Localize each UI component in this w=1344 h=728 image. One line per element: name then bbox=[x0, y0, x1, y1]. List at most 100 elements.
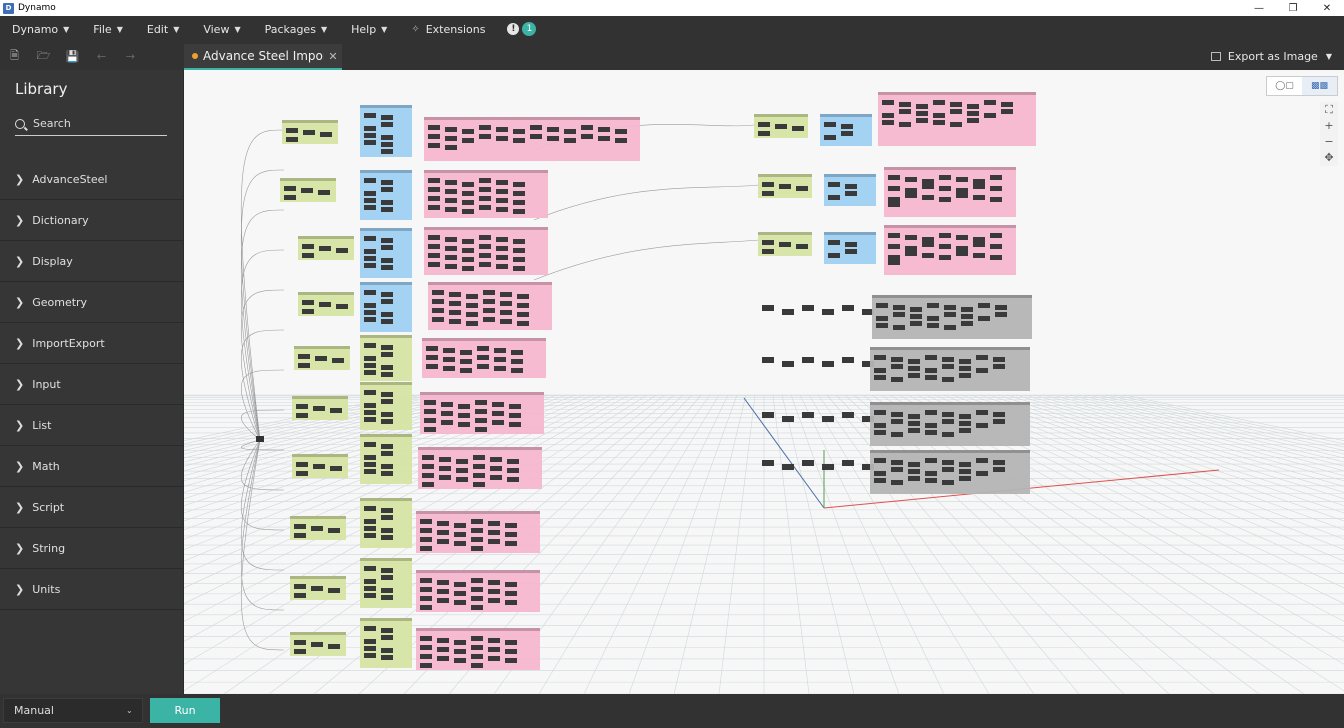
graph-node[interactable] bbox=[462, 191, 474, 196]
graph-node[interactable] bbox=[509, 413, 521, 418]
graph-node[interactable] bbox=[381, 595, 393, 600]
graph-node[interactable] bbox=[802, 305, 814, 311]
graph-node[interactable] bbox=[925, 471, 937, 476]
graph-node[interactable] bbox=[490, 457, 502, 462]
graph-node[interactable] bbox=[496, 136, 508, 141]
graph-node[interactable] bbox=[796, 186, 808, 191]
graph-node[interactable] bbox=[381, 399, 393, 404]
node-group-input-1[interactable] bbox=[282, 120, 338, 144]
graph-node[interactable] bbox=[956, 193, 968, 198]
node-group-right-create-2[interactable] bbox=[884, 167, 1016, 217]
graph-node[interactable] bbox=[978, 316, 990, 321]
graph-node[interactable] bbox=[492, 411, 504, 416]
graph-node[interactable] bbox=[479, 262, 491, 267]
graph-node[interactable] bbox=[939, 175, 951, 180]
node-group-process-10[interactable] bbox=[360, 618, 412, 668]
graph-node[interactable] bbox=[956, 246, 968, 251]
node-group-right-process-1[interactable] bbox=[820, 114, 872, 146]
graph-node[interactable] bbox=[364, 363, 376, 368]
graph-node[interactable] bbox=[364, 133, 376, 138]
graph-node[interactable] bbox=[381, 412, 393, 417]
graph-node[interactable] bbox=[882, 100, 894, 105]
graph-node[interactable] bbox=[513, 239, 525, 244]
graph-node[interactable] bbox=[942, 364, 954, 369]
graph-node[interactable] bbox=[364, 526, 376, 531]
graph-node[interactable] bbox=[891, 467, 903, 472]
graph-node[interactable] bbox=[296, 404, 308, 409]
graph-node[interactable] bbox=[471, 636, 483, 641]
node-group-process-9[interactable] bbox=[360, 558, 412, 608]
graph-node[interactable] bbox=[762, 249, 774, 254]
graph-node[interactable] bbox=[445, 198, 457, 203]
graph-node[interactable] bbox=[925, 423, 937, 428]
graph-node[interactable] bbox=[420, 645, 432, 650]
graph-node[interactable] bbox=[950, 109, 962, 114]
graph-node[interactable] bbox=[925, 430, 937, 435]
graph-node[interactable] bbox=[598, 136, 610, 141]
graph-node[interactable] bbox=[479, 205, 491, 210]
graph-node[interactable] bbox=[956, 235, 968, 240]
graph-node[interactable] bbox=[320, 132, 332, 137]
run-button[interactable]: Run bbox=[150, 698, 220, 723]
graph-node[interactable] bbox=[428, 205, 440, 210]
node-group-process-8[interactable] bbox=[360, 498, 412, 548]
category-script[interactable]: ❯ Script bbox=[0, 487, 183, 528]
graph-node[interactable] bbox=[939, 197, 951, 202]
graph-node[interactable] bbox=[428, 244, 440, 249]
graph-node[interactable] bbox=[483, 317, 495, 322]
graph-node[interactable] bbox=[944, 305, 956, 310]
graph-node[interactable] bbox=[428, 187, 440, 192]
close-window-icon[interactable]: ✕ bbox=[1310, 3, 1344, 14]
graph-node[interactable] bbox=[908, 469, 920, 474]
graph-node[interactable] bbox=[876, 316, 888, 321]
node-group-input-3[interactable] bbox=[298, 236, 354, 260]
graph-node[interactable] bbox=[959, 428, 971, 433]
graph-node[interactable] bbox=[449, 319, 461, 324]
graph-node[interactable] bbox=[426, 355, 438, 360]
graph-node[interactable] bbox=[364, 317, 376, 322]
node-lane-2[interactable] bbox=[762, 357, 874, 367]
graph-node[interactable] bbox=[564, 138, 576, 143]
node-group-create-8[interactable] bbox=[416, 511, 540, 553]
graph-node[interactable] bbox=[933, 113, 945, 118]
graph-node[interactable] bbox=[458, 413, 470, 418]
graph-node[interactable] bbox=[496, 127, 508, 132]
graph-node[interactable] bbox=[439, 466, 451, 471]
graph-node[interactable] bbox=[494, 357, 506, 362]
workspace-tab[interactable]: Advance Steel Impor... ✕ bbox=[184, 44, 342, 70]
graph-node[interactable] bbox=[505, 600, 517, 605]
graph-node[interactable] bbox=[456, 459, 468, 464]
menu-extensions[interactable]: ✧ Extensions bbox=[399, 16, 497, 42]
graph-node[interactable] bbox=[381, 535, 393, 540]
graph-node[interactable] bbox=[496, 198, 508, 203]
graph-node[interactable] bbox=[888, 233, 900, 238]
category-list[interactable]: ❯ List bbox=[0, 405, 183, 446]
graph-node[interactable] bbox=[364, 126, 376, 131]
graph-node[interactable] bbox=[922, 242, 934, 247]
graph-node[interactable] bbox=[471, 645, 483, 650]
graph-node[interactable] bbox=[439, 457, 451, 462]
graph-node[interactable] bbox=[432, 308, 444, 313]
graph-node[interactable] bbox=[381, 444, 393, 449]
graph-node[interactable] bbox=[500, 319, 512, 324]
graph-node[interactable] bbox=[466, 294, 478, 299]
graph-node[interactable] bbox=[298, 363, 310, 368]
graph-node[interactable] bbox=[908, 462, 920, 467]
graph-node[interactable] bbox=[473, 464, 485, 469]
graph-node[interactable] bbox=[488, 521, 500, 526]
graph-node[interactable] bbox=[473, 473, 485, 478]
graph-node[interactable] bbox=[488, 598, 500, 603]
graph-node[interactable] bbox=[845, 184, 857, 189]
graph-node[interactable] bbox=[445, 136, 457, 141]
graph-node[interactable] bbox=[496, 180, 508, 185]
graph-node[interactable] bbox=[471, 663, 483, 668]
graph-node[interactable] bbox=[916, 111, 928, 116]
graph-node[interactable] bbox=[473, 455, 485, 460]
graph-node[interactable] bbox=[462, 200, 474, 205]
graph-node[interactable] bbox=[959, 476, 971, 481]
export-as-image-button[interactable]: Export as Image ▼ bbox=[1210, 42, 1332, 70]
graph-node[interactable] bbox=[420, 528, 432, 533]
graph-node[interactable] bbox=[762, 357, 774, 363]
graph-node[interactable] bbox=[437, 539, 449, 544]
graph-node[interactable] bbox=[454, 532, 466, 537]
